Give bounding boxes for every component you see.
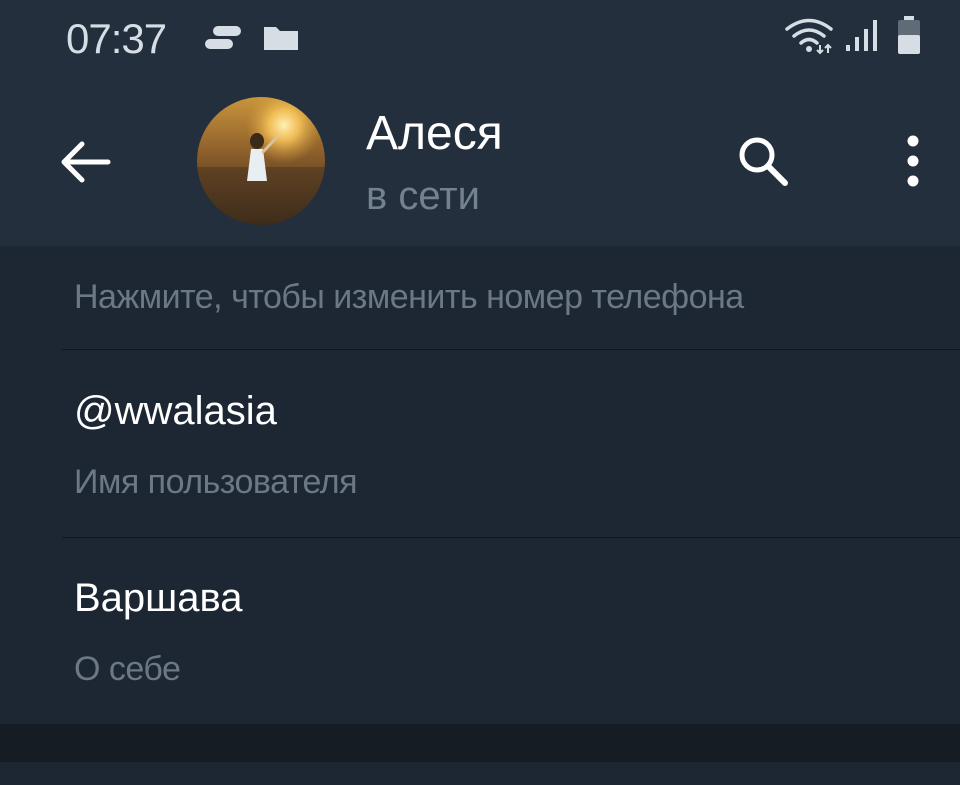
phone-hint: Нажмите, чтобы изменить номер телефона — [74, 278, 744, 316]
battery-icon — [898, 16, 920, 54]
arrow-left-icon — [61, 141, 111, 183]
avatar-photo — [197, 97, 325, 225]
username-label: Имя пользователя — [74, 463, 357, 501]
status-time: 07:37 — [66, 15, 167, 62]
chat-bubble-icon — [205, 26, 241, 49]
section-separator — [0, 724, 960, 762]
profile-info-list: Нажмите, чтобы изменить номер телефона @… — [0, 246, 960, 724]
back-button[interactable] — [40, 118, 128, 206]
more-menu-button[interactable] — [868, 116, 958, 206]
online-status: в сети — [366, 174, 480, 218]
next-section — [0, 762, 960, 785]
profile-screen: 07:37 Алеся в сети Нажмите, чтобы измени… — [0, 0, 960, 785]
folder-icon — [264, 27, 298, 50]
app-bar: 07:37 Алеся в сети — [0, 0, 960, 246]
phone-row[interactable]: Нажмите, чтобы изменить номер телефона — [0, 246, 960, 349]
bio-row[interactable]: Варшава О себе — [0, 538, 960, 724]
bio-value: Варшава — [74, 576, 243, 620]
username-value: @wwalasia — [74, 389, 277, 433]
profile-name: Алеся — [366, 107, 503, 160]
search-button[interactable] — [718, 116, 808, 206]
search-icon — [739, 137, 788, 186]
wifi-icon — [785, 18, 833, 55]
bio-label: О себе — [74, 650, 181, 688]
username-row[interactable]: @wwalasia Имя пользователя — [0, 350, 960, 537]
signal-icon — [846, 20, 877, 51]
avatar[interactable] — [197, 97, 325, 225]
more-vertical-icon — [907, 135, 919, 187]
